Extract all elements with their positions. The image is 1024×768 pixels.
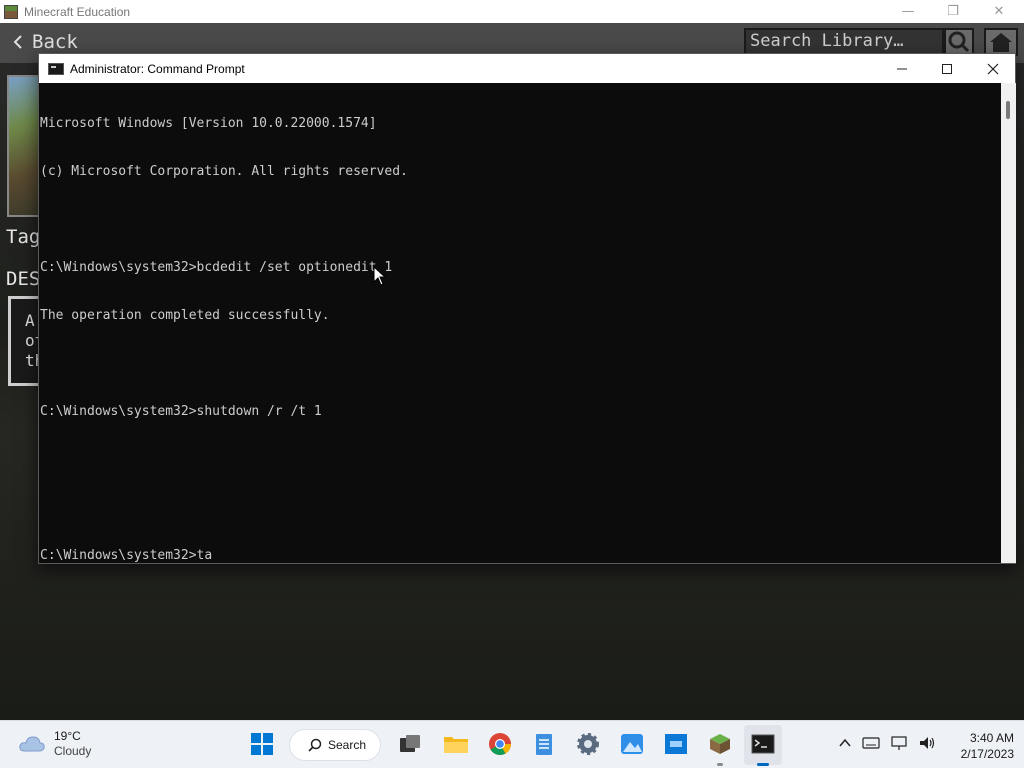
system-tray xyxy=(838,735,936,751)
notepad-icon xyxy=(536,734,552,755)
library-search-input[interactable]: Search Library… xyxy=(744,28,944,56)
close-icon[interactable]: ✕ xyxy=(976,0,1022,23)
search-button[interactable] xyxy=(944,28,974,56)
minecraft-taskbar-button[interactable] xyxy=(707,731,733,757)
minecraft-titlebar: Minecraft Education — ❐ ✕ xyxy=(0,0,1024,23)
clock-time: 3:40 AM xyxy=(969,731,1014,745)
console-line: The operation completed successfully. xyxy=(40,308,330,323)
minecraft-app-icon xyxy=(4,4,18,19)
weather-temperature: 19°C xyxy=(54,729,81,743)
scrollbar-thumb[interactable] xyxy=(1006,101,1010,119)
command-prompt-title: Administrator: Command Prompt xyxy=(70,61,245,76)
search-label: Search xyxy=(328,738,367,752)
active-indicator xyxy=(757,763,769,766)
search-icon xyxy=(308,738,322,752)
back-button[interactable]: Back xyxy=(12,31,78,53)
console-input-line[interactable]: C:\Windows\system32>ta xyxy=(40,548,998,562)
chevron-left-icon xyxy=(13,35,22,49)
minecraft-icon xyxy=(710,734,730,754)
console-line: C:\Windows\system32>shutdown /r /t 1 xyxy=(40,404,322,419)
mouse-cursor-icon xyxy=(373,266,387,286)
minimize-icon[interactable]: — xyxy=(885,0,931,23)
maximize-button[interactable] xyxy=(924,54,970,83)
console-output[interactable]: Microsoft Windows [Version 10.0.22000.15… xyxy=(40,84,998,562)
close-button[interactable] xyxy=(970,54,1016,83)
command-prompt-titlebar[interactable]: Administrator: Command Prompt xyxy=(39,54,1015,83)
description-label: DES xyxy=(6,268,41,290)
maximize-icon xyxy=(942,63,952,74)
chevron-up-icon[interactable] xyxy=(838,736,852,750)
lesson-thumbnail xyxy=(7,75,41,217)
home-button[interactable] xyxy=(984,28,1018,56)
console-line: C:\Windows\system32>bcdedit /set optione… xyxy=(40,260,393,275)
vertical-scrollbar[interactable] xyxy=(1001,83,1016,563)
command-prompt-icon xyxy=(48,62,64,75)
chrome-button[interactable] xyxy=(487,731,513,757)
console-line: (c) Microsoft Corporation. All rights re… xyxy=(40,164,408,179)
remote-desktop-button[interactable] xyxy=(663,731,689,757)
remote-desktop-icon xyxy=(665,734,687,754)
running-indicator xyxy=(717,763,723,766)
command-prompt-icon xyxy=(751,734,775,754)
minimize-button[interactable] xyxy=(879,54,925,83)
task-view-button[interactable] xyxy=(397,731,423,757)
clock-date: 2/17/2023 xyxy=(960,747,1014,761)
command-prompt-window[interactable]: Administrator: Command Prompt Microsoft … xyxy=(38,53,1016,564)
weather-condition: Cloudy xyxy=(54,744,92,758)
file-explorer-button[interactable] xyxy=(443,731,469,757)
tags-label: Tag xyxy=(6,226,41,248)
network-icon[interactable] xyxy=(890,735,908,751)
folder-icon xyxy=(444,737,468,753)
taskbar: 19°C Cloudy Search 3:40 AM 2/17/2023 xyxy=(0,720,1024,768)
settings-button[interactable] xyxy=(575,731,601,757)
photos-icon xyxy=(621,734,643,754)
windows-start-icon xyxy=(251,733,273,755)
cloud-icon xyxy=(19,736,45,752)
gear-icon xyxy=(577,733,599,755)
task-view-icon xyxy=(400,735,420,752)
minecraft-window-title: Minecraft Education xyxy=(24,4,131,19)
volume-icon[interactable] xyxy=(918,735,936,751)
taskbar-search-button[interactable]: Search xyxy=(289,729,381,761)
start-button[interactable] xyxy=(249,731,275,757)
back-label: Back xyxy=(32,31,78,53)
restore-icon[interactable]: ❐ xyxy=(930,0,976,23)
notepad-button[interactable] xyxy=(531,731,557,757)
minimize-icon xyxy=(897,68,907,69)
search-icon xyxy=(948,31,970,53)
home-icon xyxy=(990,33,1012,52)
clock[interactable]: 3:40 AM 2/17/2023 xyxy=(948,730,1014,762)
command-prompt-taskbar-icon-wrap[interactable] xyxy=(750,731,776,757)
console-line: Microsoft Windows [Version 10.0.22000.15… xyxy=(40,116,377,131)
photos-button[interactable] xyxy=(619,731,645,757)
chrome-icon xyxy=(489,733,511,755)
weather-widget[interactable]: 19°C Cloudy xyxy=(18,729,91,759)
close-icon xyxy=(987,63,999,74)
keyboard-icon[interactable] xyxy=(862,736,880,750)
